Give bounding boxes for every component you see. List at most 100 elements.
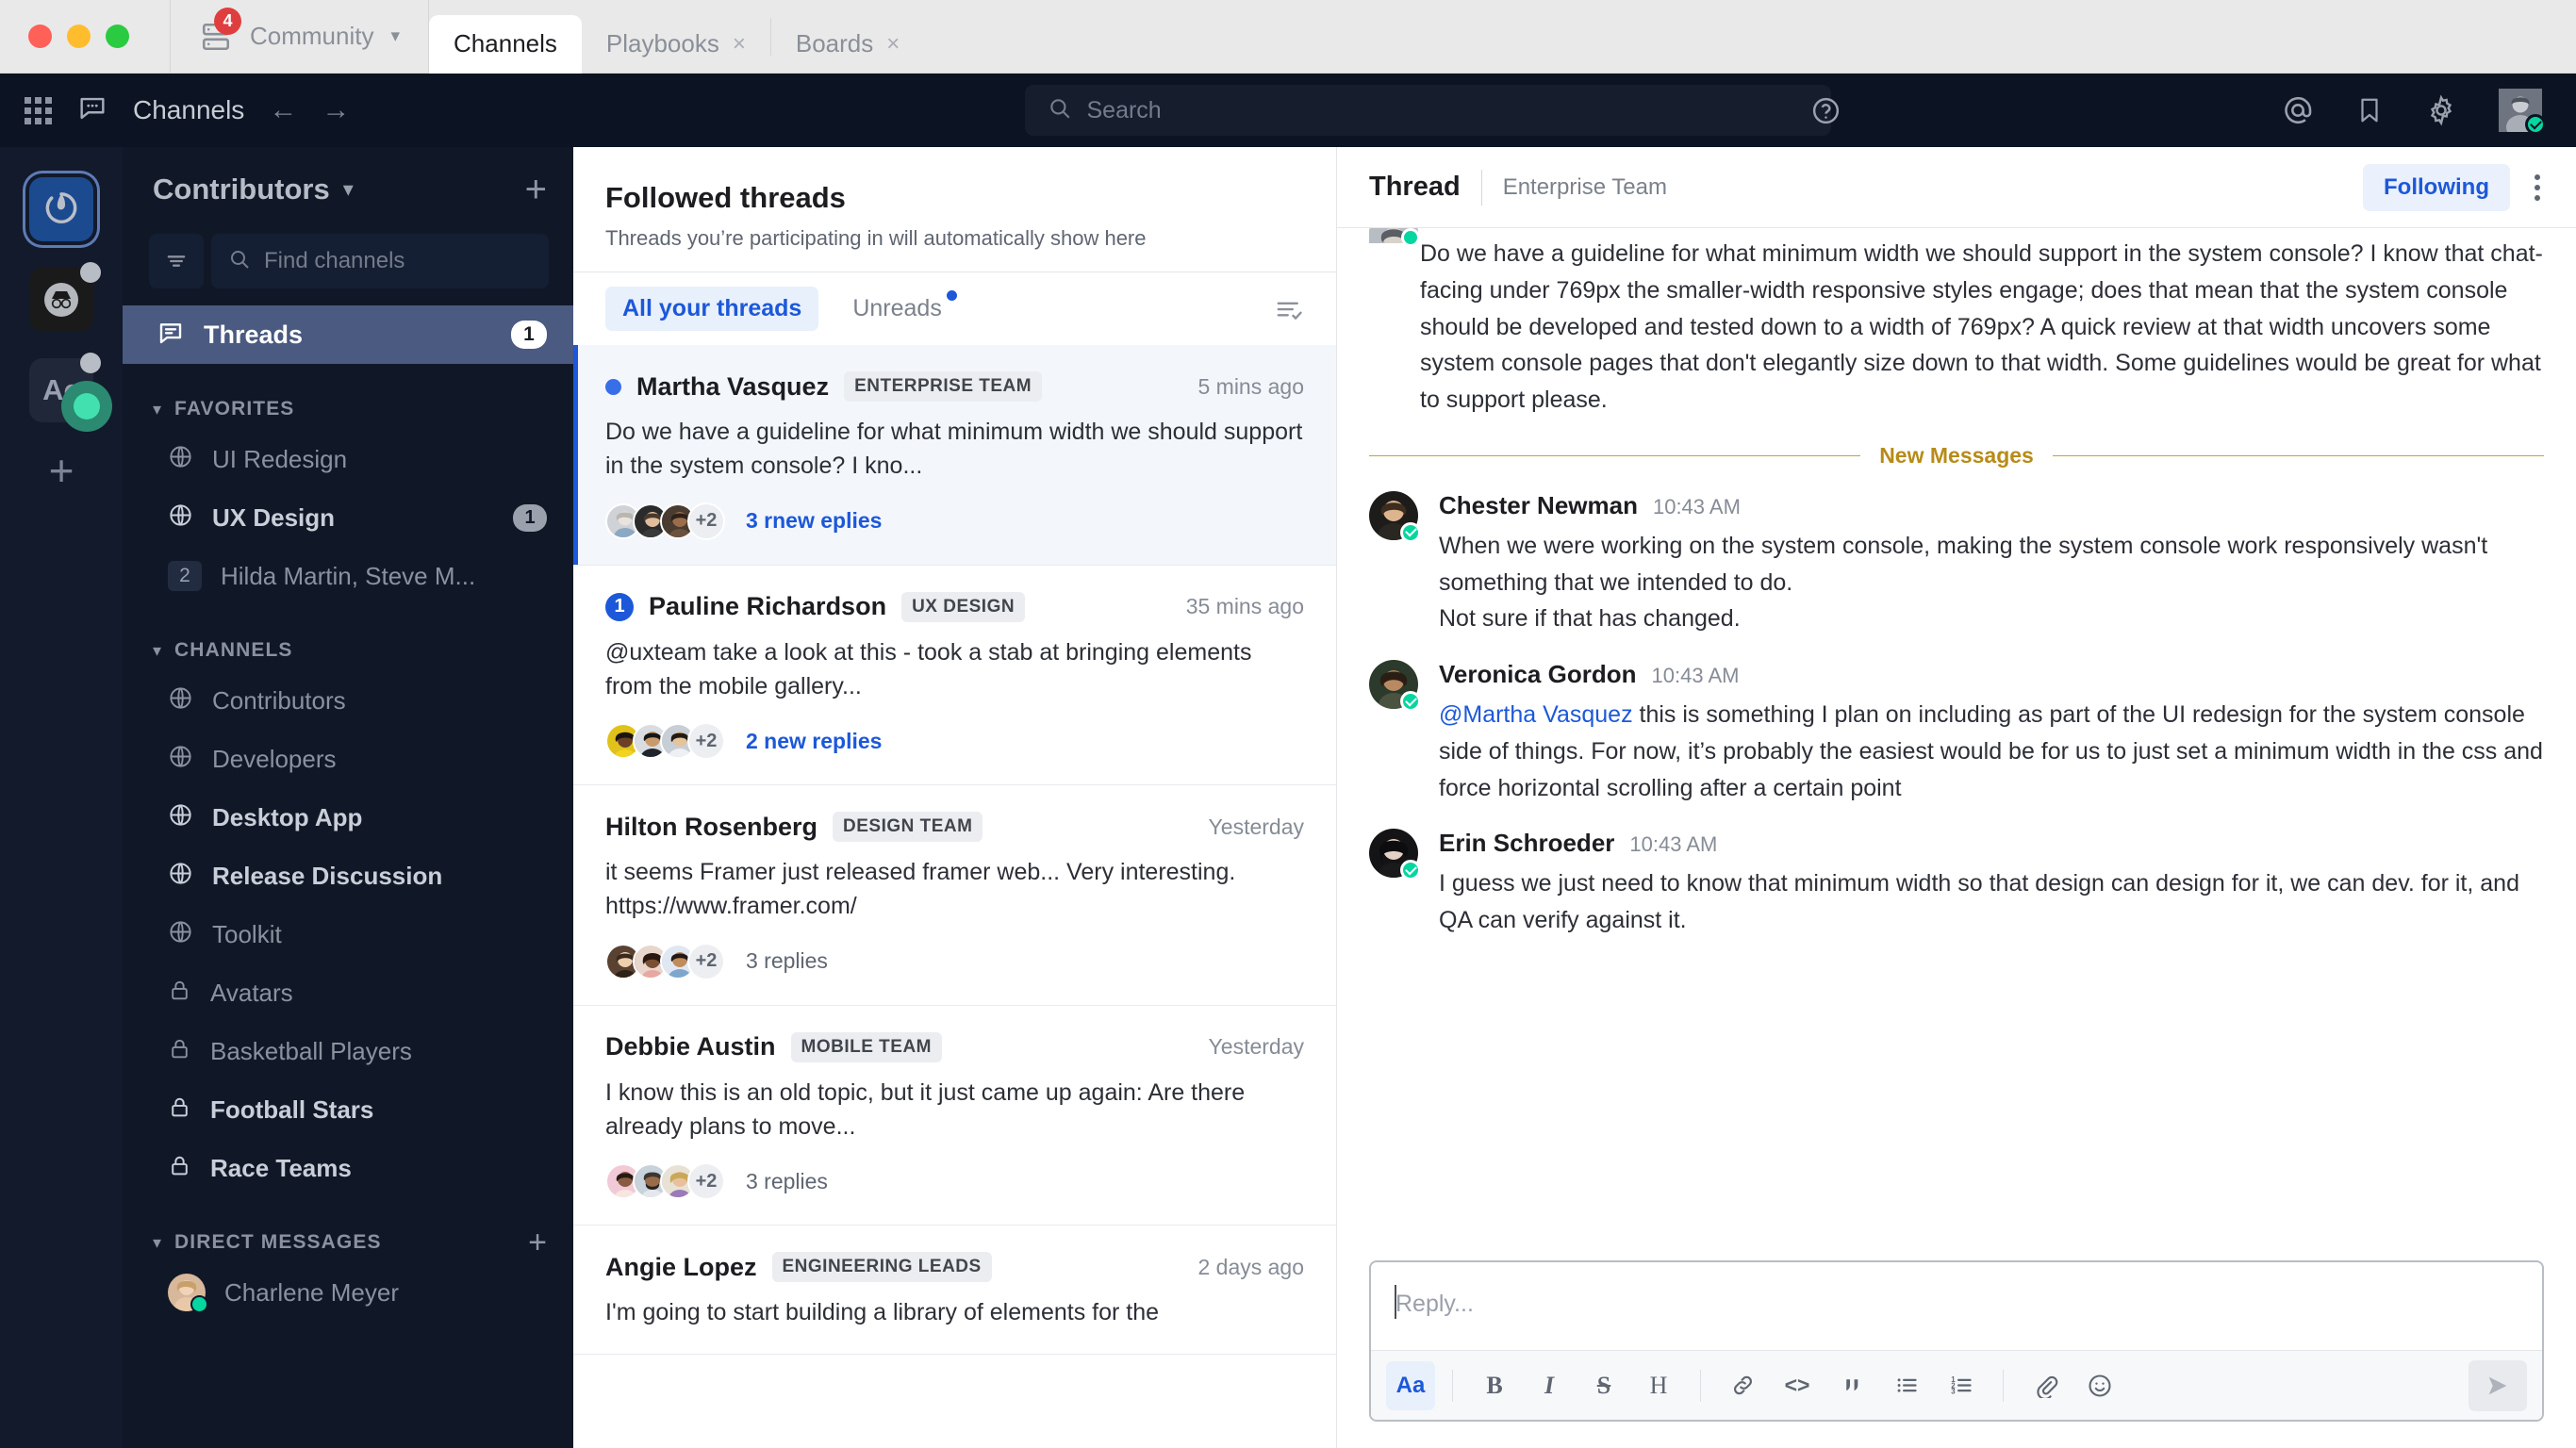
back-button[interactable]: ← [269, 94, 297, 126]
avatar[interactable] [1369, 490, 1421, 543]
avatar[interactable] [1369, 829, 1421, 881]
team-button-incognito[interactable] [29, 262, 101, 332]
thread-detail-header: Thread Enterprise Team Following [1337, 147, 2576, 228]
team-name-dropdown[interactable]: Contributors ▾ [153, 173, 354, 206]
thread-root-text: Do we have a guideline for what minimum … [1420, 240, 2543, 413]
product-switcher-grid-icon[interactable] [25, 96, 52, 124]
sidebar-item-football-stars[interactable]: Football Stars [123, 1080, 573, 1139]
bold-button[interactable]: B [1470, 1361, 1519, 1410]
emoji-icon[interactable] [2075, 1361, 2124, 1410]
sidebar-item-charlene-meyer[interactable]: Charlene Meyer [123, 1263, 573, 1322]
sidebar-item-race-teams[interactable]: Race Teams [123, 1139, 573, 1197]
page-subtitle: Threads you’re participating in will aut… [605, 226, 1147, 250]
team-button-ac[interactable]: Ac [29, 353, 112, 432]
following-button[interactable]: Following [2363, 163, 2510, 211]
tab-label: Playbooks [605, 29, 719, 58]
quote-icon[interactable] [1827, 1361, 1876, 1410]
reply-input[interactable]: Reply... [1371, 1262, 2542, 1350]
thread-list-item[interactable]: Hilton Rosenberg DESIGN TEAM Yesterday i… [573, 785, 1336, 1006]
thread-list-item[interactable]: Martha Vasquez ENTERPRISE TEAM 5 mins ag… [573, 345, 1336, 566]
strikethrough-button[interactable]: S [1579, 1361, 1628, 1410]
close-icon[interactable]: × [733, 31, 746, 58]
category-header[interactable]: ▾ DIRECT MESSAGES + [123, 1222, 573, 1263]
attach-file-icon[interactable] [2021, 1361, 2070, 1410]
bulleted-list-icon[interactable] [1882, 1361, 1931, 1410]
forward-button[interactable]: → [322, 94, 350, 126]
chevron-down-icon: ▾ [153, 640, 162, 660]
globe-icon [168, 744, 193, 774]
add-team-button[interactable]: + [49, 449, 74, 492]
unread-dot [946, 290, 957, 301]
chevron-down-icon: ▾ [153, 1232, 162, 1252]
heading-button[interactable]: H [1634, 1361, 1683, 1410]
thread-list-item[interactable]: Debbie Austin MOBILE TEAM Yesterday I kn… [573, 1006, 1336, 1226]
status-badge-online [1400, 860, 1421, 881]
sidebar-item-group-dm[interactable]: 2 Hilda Martin, Steve M... [123, 547, 573, 605]
settings-gear-icon[interactable] [2425, 94, 2457, 126]
category-header[interactable]: ▾ CHANNELS [123, 630, 573, 671]
status-badge-online [1400, 691, 1421, 712]
sidebar-item-developers[interactable]: Developers [123, 730, 573, 788]
channel-filter-button[interactable] [149, 234, 204, 288]
sidebar-item-avatars[interactable]: Avatars [123, 963, 573, 1022]
close-window-button[interactable] [28, 25, 52, 48]
thread-list-item[interactable]: 1 Pauline Richardson UX DESIGN 35 mins a… [573, 566, 1336, 785]
maximize-window-button[interactable] [106, 25, 129, 48]
close-icon[interactable]: × [886, 31, 900, 58]
tab-unreads[interactable]: Unreads [835, 287, 959, 331]
link-icon[interactable] [1718, 1361, 1767, 1410]
team-button-mattermost[interactable] [29, 177, 93, 241]
numbered-list-icon[interactable]: 123 [1937, 1361, 1986, 1410]
message-author[interactable]: Chester Newman [1439, 491, 1638, 520]
avatar[interactable] [1369, 660, 1421, 712]
italic-button[interactable]: I [1525, 1361, 1574, 1410]
globe-icon [168, 802, 193, 832]
tab-playbooks[interactable]: Playbooks × [582, 15, 770, 74]
thread-list-item[interactable]: Angie Lopez ENGINEERING LEADS 2 days ago… [573, 1226, 1336, 1356]
search-area: Search [573, 85, 2282, 136]
sidebar-item-ux-design[interactable]: UX Design 1 [123, 488, 573, 547]
tab-channels[interactable]: Channels [429, 14, 582, 74]
sidebar-item-threads[interactable]: Threads 1 [123, 305, 573, 364]
threads-list-panel: Followed threads Threads you’re particip… [573, 147, 1337, 1448]
user-avatar[interactable] [2499, 89, 2546, 140]
help-button[interactable] [1810, 95, 1841, 126]
message-author[interactable]: Erin Schroeder [1439, 829, 1614, 858]
thread-reply-count[interactable]: 3 replies [746, 948, 828, 974]
thread-reply-count[interactable]: 3 replies [746, 1169, 828, 1194]
category-label: DIRECT MESSAGES [174, 1231, 382, 1253]
mention-link[interactable]: @Martha Vasquez [1439, 701, 1633, 728]
tab-all-your-threads[interactable]: All your threads [605, 287, 819, 331]
saved-posts-icon[interactable] [2355, 95, 2384, 125]
sidebar-item-toolkit[interactable]: Toolkit [123, 905, 573, 963]
message-timestamp: 10:43 AM [1651, 664, 1740, 687]
thread-reply-count[interactable]: 3 rnew eplies [746, 508, 882, 534]
thread-timestamp: Yesterday [1208, 814, 1304, 839]
at-mention-icon[interactable] [2282, 94, 2314, 126]
find-channels-input[interactable]: Find channels [211, 234, 549, 288]
add-direct-message-button[interactable]: + [528, 1226, 547, 1259]
globe-icon [168, 861, 193, 891]
minimize-window-button[interactable] [67, 25, 91, 48]
code-icon[interactable]: <> [1773, 1361, 1822, 1410]
send-button[interactable] [2469, 1359, 2527, 1411]
mark-all-read-icon[interactable] [1274, 295, 1304, 323]
thread-reply-count[interactable]: 2 new replies [746, 729, 882, 754]
thread-channel-badge: ENGINEERING LEADS [771, 1252, 992, 1282]
sidebar-item-release-discussion[interactable]: Release Discussion [123, 847, 573, 905]
thread-timestamp: 35 mins ago [1185, 594, 1304, 618]
search-input[interactable]: Search [1024, 85, 1831, 136]
channel-name: Football Stars [210, 1094, 374, 1124]
category-header[interactable]: ▾ FAVORITES [123, 388, 573, 430]
sidebar-item-basketball-players[interactable]: Basketball Players [123, 1022, 573, 1080]
team-switcher[interactable]: 4 Community ▾ [171, 0, 428, 74]
add-channel-button[interactable]: + [525, 171, 547, 208]
message-author[interactable]: Veronica Gordon [1439, 660, 1637, 689]
toggle-formatting-button[interactable]: Aa [1386, 1360, 1435, 1410]
sidebar-item-desktop-app[interactable]: Desktop App [123, 788, 573, 847]
thread-messages-scroll[interactable]: Do we have a guideline for what minimum … [1337, 228, 2576, 1245]
tab-boards[interactable]: Boards × [771, 15, 924, 74]
more-options-icon[interactable] [2531, 173, 2544, 201]
sidebar-item-ui-redesign[interactable]: UI Redesign [123, 430, 573, 488]
sidebar-item-contributors[interactable]: Contributors [123, 671, 573, 730]
